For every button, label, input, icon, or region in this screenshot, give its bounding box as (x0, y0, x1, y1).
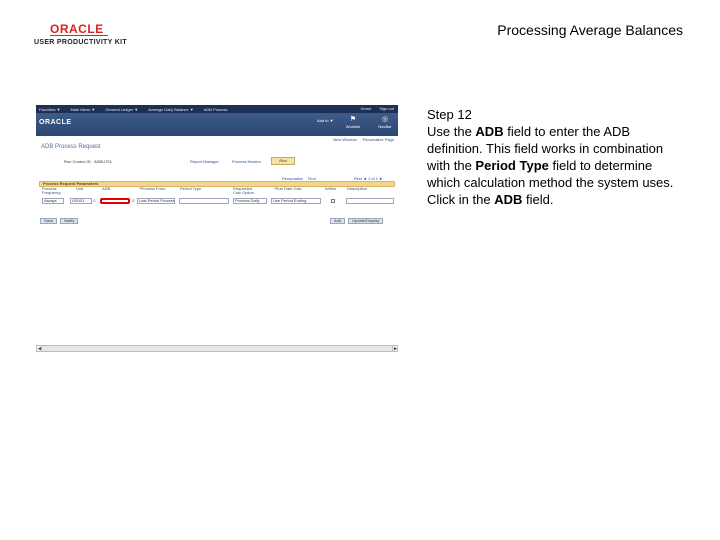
personalize-page-link[interactable]: Personalize Page (363, 137, 394, 142)
top-nav-bar: Favorites ▼ Main Menu ▼ General Ledger ▼… (36, 105, 398, 113)
logo-rule (50, 35, 108, 36)
nav-average-daily-balance[interactable]: Average Daily Balance ▼ (148, 107, 193, 112)
description-input[interactable] (346, 198, 394, 204)
grid-header: Process Request Parameters (39, 181, 395, 187)
col-process-frequency: Process Frequency (42, 186, 61, 195)
logo-oracle-text: ORACLE (50, 22, 104, 36)
calc-option-select[interactable]: Process Daily (233, 198, 267, 204)
process-from-select[interactable]: Last Period Processed (137, 198, 175, 204)
app-screenshot: Favorites ▼ Main Menu ▼ General Ledger ▼… (36, 105, 398, 355)
horizontal-scrollbar[interactable]: ◄ ► (36, 345, 398, 352)
col-run-date-calc: *Run Date Calc (274, 186, 302, 191)
scroll-left-icon[interactable]: ◄ (36, 345, 42, 352)
report-manager-link[interactable]: Report Manager (190, 159, 219, 164)
navbar-label: NavBar (378, 124, 392, 129)
period-type-select[interactable] (179, 198, 229, 204)
nav-favorites[interactable]: Favorites ▼ (39, 107, 61, 112)
col-within: Within (325, 186, 337, 191)
app-banner: ORACLE Add to ▼ ⚑ Worklist ◎ NavBar (36, 113, 398, 136)
bottom-left-buttons: Save Notify (40, 218, 79, 224)
adb-input[interactable] (100, 198, 130, 204)
home-link[interactable]: Home (361, 106, 372, 111)
navbar-icon: ◎ (381, 116, 389, 123)
process-monitor-link[interactable]: Process Monitor (232, 159, 261, 164)
run-control-label: Run Control ID: (64, 159, 92, 164)
col-unit: Unit (76, 186, 84, 191)
oracle-upk-logo: ORACLE USER PRODUCTIVITY KIT (34, 22, 127, 50)
unit-lookup-icon[interactable]: ⌕ (93, 198, 96, 204)
page-links: New Window Personalize Page (333, 137, 394, 142)
instruction-paragraph: Use the ADB field to enter the ADB defin… (427, 123, 687, 191)
scroll-right-icon[interactable]: ► (392, 345, 398, 352)
notify-button[interactable]: Notify (60, 218, 79, 224)
action-paragraph: Click in the ADB field. (427, 191, 687, 208)
col-requested-calc-option: Requested Calc Option (233, 186, 254, 195)
worklist-label: Worklist (345, 124, 361, 129)
new-window-link[interactable]: New Window (333, 137, 356, 142)
instructions-panel: Step 12 Use the ADB field to enter the A… (427, 106, 687, 208)
frequency-select[interactable]: Always (42, 198, 64, 204)
run-button[interactable]: Run (271, 157, 295, 165)
logo-upk-text: USER PRODUCTIVITY KIT (34, 39, 127, 46)
update-display-button[interactable]: Update/Display (348, 218, 384, 224)
save-button[interactable]: Save (40, 218, 58, 224)
add-button[interactable]: Add (330, 218, 346, 224)
nav-general-ledger[interactable]: General Ledger ▼ (105, 107, 138, 112)
navbar-button[interactable]: ◎ NavBar (374, 116, 396, 129)
keyword-period-type: Period Type (475, 158, 549, 173)
sign-out-link[interactable]: Sign out (379, 106, 394, 111)
unit-input[interactable]: US001 (70, 198, 92, 204)
action-text: field. (522, 192, 554, 207)
page-title: Processing Average Balances (497, 22, 683, 38)
col-description: Description (347, 186, 368, 191)
nav-right-links: Home Sign out (361, 106, 394, 111)
adb-lookup-icon[interactable]: ⌕ (132, 198, 135, 204)
col-adb: ADB (102, 186, 111, 191)
step-label: Step 12 (427, 107, 472, 122)
component-title: ADB Process Request (41, 144, 101, 150)
nav-adb-process[interactable]: ADB Process (204, 107, 228, 112)
worklist-icon: ⚑ (349, 116, 357, 123)
action-text: Click in the (427, 192, 495, 207)
add-to-menu[interactable]: Add to ▼ (317, 118, 334, 123)
col-process-from: *Process From (139, 186, 166, 191)
keyword-adb: ADB (475, 124, 504, 139)
nav-main-menu[interactable]: Main Menu ▼ (71, 107, 96, 112)
bottom-right-buttons: Add Update/Display (330, 218, 384, 224)
keyword-adb-action: ADB (494, 192, 523, 207)
col-period-type: Period Type (180, 186, 202, 191)
within-checkbox[interactable] (331, 199, 335, 203)
instruction-text: Use the (427, 124, 476, 139)
banner-oracle-logo: ORACLE (39, 119, 72, 126)
run-control-value: ADBUT01 (94, 159, 113, 164)
worklist-button[interactable]: ⚑ Worklist (342, 116, 364, 129)
run-date-calc-select[interactable]: Use Period Ending (271, 198, 321, 204)
